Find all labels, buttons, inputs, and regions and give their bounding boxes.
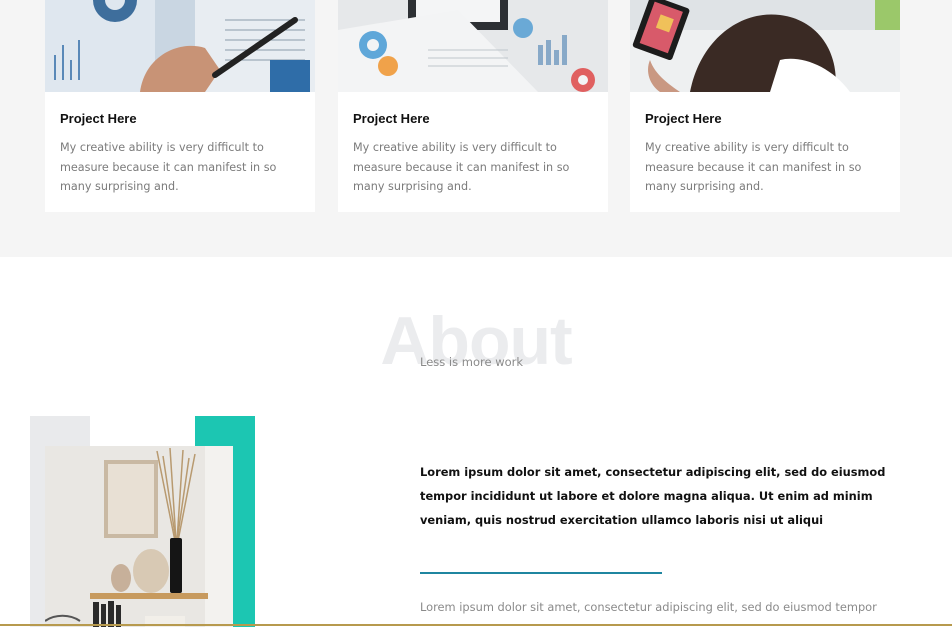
project-title: Project Here <box>60 111 137 126</box>
projects-section: Project Here My creative ability is very… <box>0 0 952 257</box>
project-title: Project Here <box>645 111 722 126</box>
project-description: My creative ability is very difficult to… <box>645 141 862 193</box>
about-body-text: Lorem ipsum dolor sit amet, consectetur … <box>420 600 877 614</box>
bottom-border <box>0 624 952 626</box>
project-image[interactable] <box>630 0 900 92</box>
about-image-block <box>30 416 260 627</box>
project-card[interactable]: Project Here My creative ability is very… <box>45 0 315 212</box>
project-card[interactable]: Project Here My creative ability is very… <box>338 0 608 212</box>
project-description: My creative ability is very difficult to… <box>353 141 570 193</box>
about-subtitle: Less is more work <box>420 355 524 369</box>
about-lead-text: Lorem ipsum dolor sit amet, consectetur … <box>420 465 886 527</box>
project-description: My creative ability is very difficult to… <box>60 141 277 193</box>
project-card[interactable]: Project Here My creative ability is very… <box>630 0 900 212</box>
project-image[interactable] <box>338 0 608 92</box>
project-title: Project Here <box>353 111 430 126</box>
section-divider <box>420 572 662 574</box>
about-photo <box>45 446 233 627</box>
project-image[interactable] <box>45 0 315 92</box>
